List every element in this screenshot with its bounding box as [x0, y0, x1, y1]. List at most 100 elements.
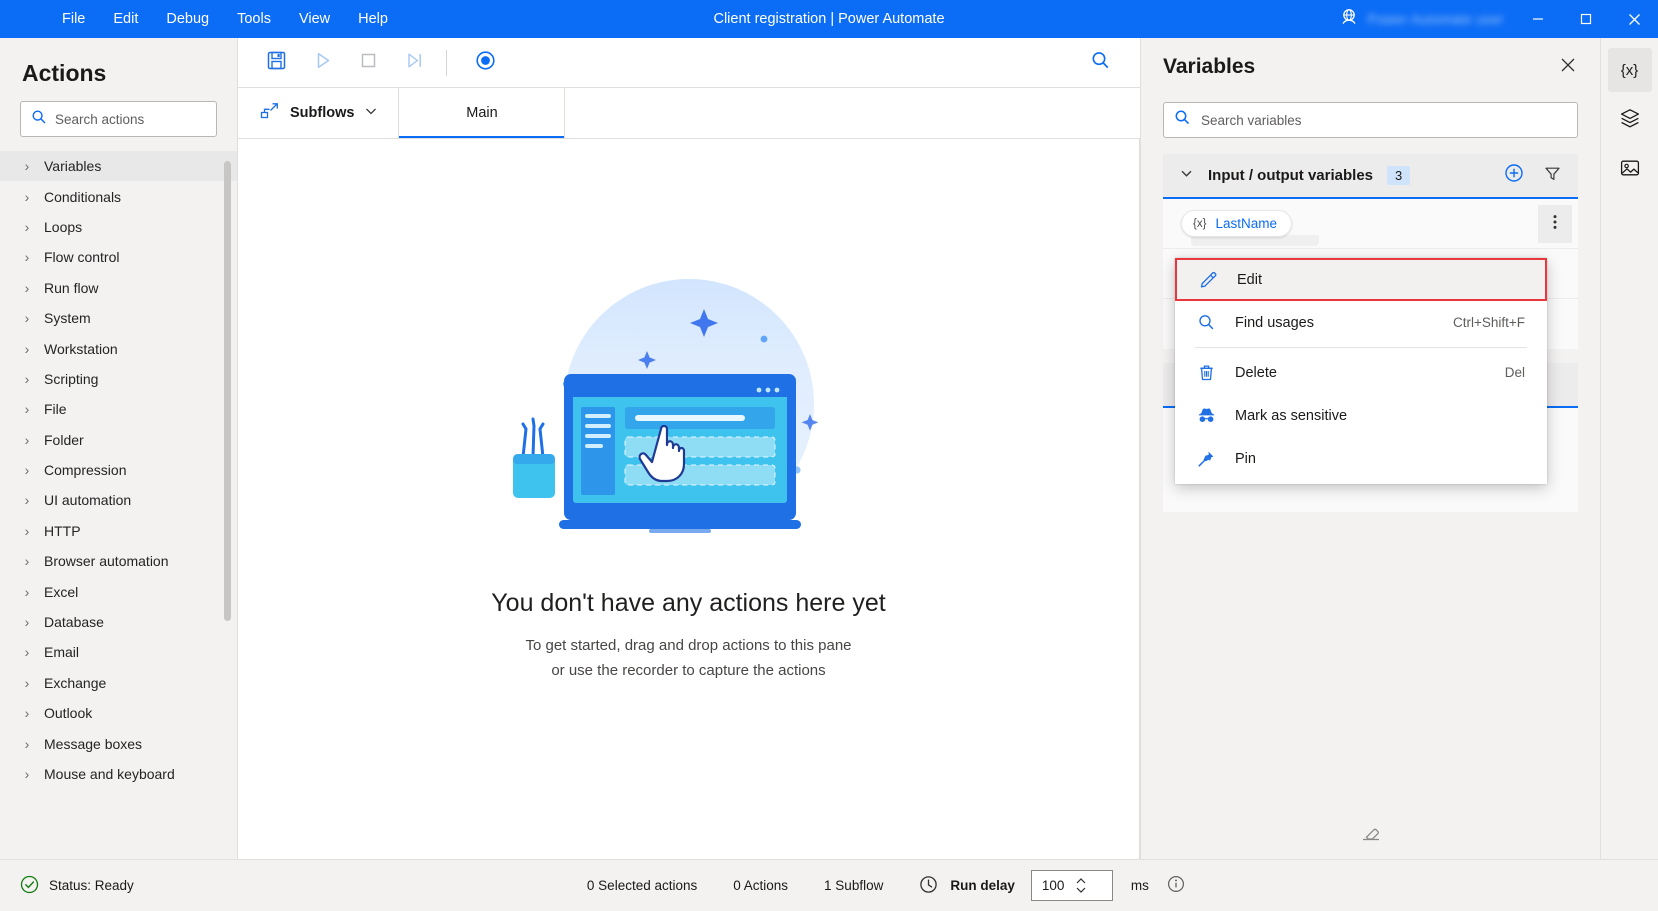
menu-edit[interactable]: Edit [99, 0, 152, 38]
action-group-database[interactable]: › Database [0, 607, 237, 637]
context-menu-item-edit[interactable]: Edit [1175, 258, 1547, 301]
search-variables-box[interactable] [1163, 102, 1578, 138]
variable-chip[interactable]: {x} LastName [1181, 210, 1292, 237]
action-group-workstation[interactable]: › Workstation [0, 333, 237, 363]
context-menu-label: Find usages [1235, 314, 1314, 331]
stop-button[interactable] [348, 46, 388, 80]
toolbar-divider [446, 49, 447, 76]
context-menu-shortcut: Del [1504, 365, 1525, 380]
account-name: Power Automate user [1367, 11, 1504, 27]
chevron-down-icon[interactable] [1179, 166, 1194, 186]
account-area[interactable]: Power Automate user [1329, 0, 1514, 38]
action-group-browser-automation[interactable]: › Browser automation [0, 546, 237, 576]
add-variable-button[interactable] [1498, 160, 1530, 192]
action-group-label: Excel [44, 583, 79, 600]
variables-pane-title: Variables [1163, 55, 1256, 78]
menu-file[interactable]: File [48, 0, 99, 38]
actions-scrollbar-thumb[interactable] [224, 161, 231, 621]
context-menu-item-pin[interactable]: Pin [1175, 437, 1547, 480]
action-group-label: Exchange [44, 674, 107, 691]
close-variables-pane-button[interactable] [1552, 51, 1584, 83]
info-icon[interactable] [1167, 875, 1185, 896]
context-menu-label: Mark as sensitive [1235, 407, 1348, 424]
context-menu-label: Pin [1235, 450, 1256, 467]
action-group-exchange[interactable]: › Exchange [0, 668, 237, 698]
action-group-outlook[interactable]: › Outlook [0, 698, 237, 728]
action-group-label: HTTP [44, 522, 81, 539]
action-group-compression[interactable]: › Compression [0, 455, 237, 485]
image-icon [1619, 157, 1641, 184]
variables-icon: {x} [1620, 61, 1639, 79]
rail-variables-button[interactable]: {x} [1607, 48, 1652, 92]
more-vertical-icon [1553, 214, 1557, 235]
plus-circle-icon [1504, 163, 1524, 188]
chevron-right-icon: › [24, 522, 30, 539]
menu-view[interactable]: View [285, 0, 344, 38]
maximize-button[interactable] [1562, 0, 1610, 38]
action-group-folder[interactable]: › Folder [0, 425, 237, 455]
flow-search-button[interactable] [1080, 46, 1120, 80]
subflows-dropdown[interactable]: Subflows [238, 88, 400, 138]
tab-main-label: Main [466, 105, 498, 121]
menu-help[interactable]: Help [344, 0, 402, 38]
action-group-flow-control[interactable]: › Flow control [0, 242, 237, 272]
search-icon [1090, 50, 1111, 76]
run-next-action-button[interactable] [394, 46, 434, 80]
flow-canvas[interactable]: You don't have any actions here yet To g… [238, 139, 1140, 859]
action-group-label: Message boxes [44, 735, 143, 752]
chevron-right-icon: › [24, 188, 30, 205]
action-group-system[interactable]: › System [0, 303, 237, 333]
action-group-message-boxes[interactable]: › Message boxes [0, 728, 237, 758]
variable-row-lastname[interactable]: {x} LastName [1163, 199, 1578, 249]
action-group-excel[interactable]: › Excel [0, 576, 237, 606]
context-menu-label: Edit [1237, 271, 1262, 288]
run-button[interactable] [302, 46, 342, 80]
status-center-group: 0 Selected actions 0 Actions 1 Subflow R… [587, 870, 1185, 901]
close-icon [1560, 57, 1576, 78]
save-button[interactable] [256, 46, 296, 80]
action-group-variables[interactable]: › Variables [0, 151, 237, 182]
eraser-icon[interactable] [1360, 823, 1382, 850]
recorder-button[interactable] [465, 46, 505, 80]
search-variables-input[interactable] [1201, 112, 1567, 128]
action-group-run-flow[interactable]: › Run flow [0, 273, 237, 303]
action-group-ui-automation[interactable]: › UI automation [0, 485, 237, 515]
action-group-conditionals[interactable]: › Conditionals [0, 181, 237, 211]
action-group-loops[interactable]: › Loops [0, 212, 237, 242]
chevron-down-icon [364, 104, 378, 122]
rail-ui-elements-button[interactable] [1608, 98, 1652, 142]
rail-images-button[interactable] [1608, 148, 1652, 192]
run-delay-label: Run delay [950, 878, 1015, 893]
action-group-mouse-and-keyboard[interactable]: › Mouse and keyboard [0, 759, 237, 789]
action-group-scripting[interactable]: › Scripting [0, 364, 237, 394]
action-group-file[interactable]: › File [0, 394, 237, 424]
status-bar: Status: Ready 0 Selected actions 0 Actio… [0, 859, 1658, 911]
action-group-label: Compression [44, 462, 127, 479]
search-actions-input[interactable] [55, 111, 232, 127]
context-menu-label: Delete [1235, 364, 1277, 381]
minimize-button[interactable] [1514, 0, 1562, 38]
run-delay-spinner[interactable] [1075, 877, 1108, 894]
filter-variables-button[interactable] [1536, 160, 1568, 192]
menu-tools[interactable]: Tools [223, 0, 285, 38]
io-variables-header[interactable]: Input / output variables 3 [1163, 154, 1578, 199]
context-menu-item-find-usages[interactable]: Find usages Ctrl+Shift+F [1175, 301, 1547, 344]
action-group-http[interactable]: › HTTP [0, 516, 237, 546]
tab-main[interactable]: Main [399, 88, 566, 138]
close-button[interactable] [1610, 0, 1658, 38]
action-group-email[interactable]: › Email [0, 637, 237, 667]
menu-debug[interactable]: Debug [152, 0, 223, 38]
actions-pane-title: Actions [22, 60, 107, 86]
actions-scrollbar[interactable] [224, 155, 234, 855]
variable-more-actions-button[interactable] [1538, 205, 1572, 243]
action-group-label: Flow control [44, 249, 120, 266]
context-menu-item-mark-as-sensitive[interactable]: Mark as sensitive [1175, 394, 1547, 437]
actions-pane: Actions › Variables › Conditionals [0, 38, 238, 859]
context-menu-item-delete[interactable]: Delete Del [1175, 351, 1547, 394]
chevron-right-icon: › [24, 614, 30, 631]
run-delay-input[interactable]: 100 [1030, 870, 1113, 901]
variable-context-menu: Edit Find usages Ctrl+Shift+F Delete Del… [1175, 258, 1547, 484]
variable-name: LastName [1215, 216, 1277, 231]
chevron-right-icon: › [24, 370, 30, 387]
search-actions-box[interactable] [20, 101, 232, 137]
